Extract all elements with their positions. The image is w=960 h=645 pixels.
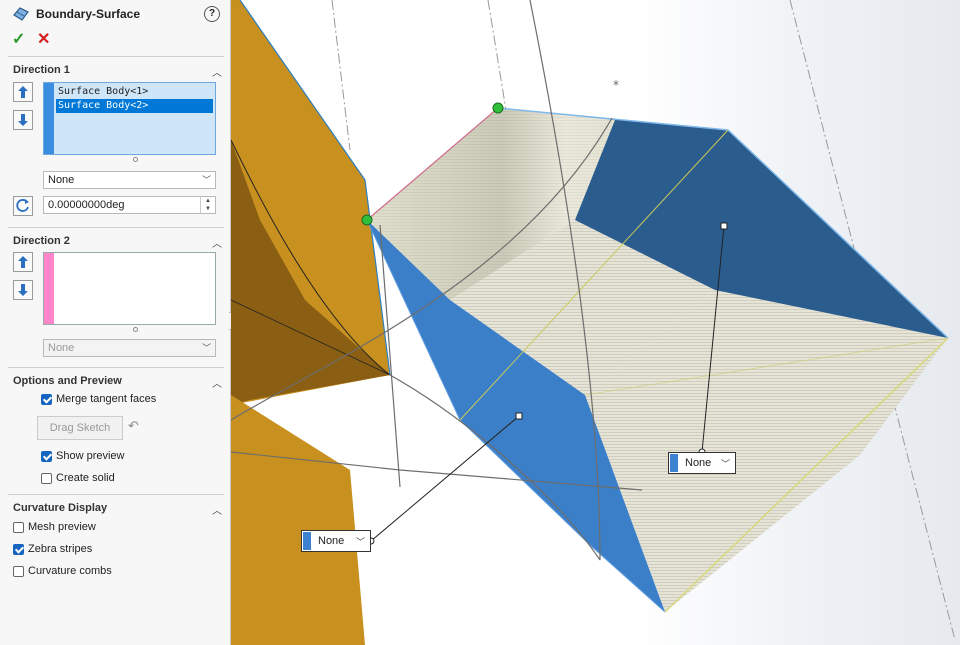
spinner-arrows[interactable]: ▲ ▼ [200, 197, 215, 213]
reverse-direction-icon[interactable] [13, 196, 33, 216]
dropdown-value: None [48, 174, 75, 186]
checkbox-label: Create solid [56, 472, 115, 484]
move-down-button[interactable] [13, 110, 33, 130]
move-down-button[interactable] [13, 280, 33, 300]
checkbox-box[interactable] [13, 544, 24, 555]
dropdown-value: None [48, 342, 75, 354]
drag-sketch-button[interactable]: Drag Sketch [37, 416, 123, 440]
connector-point[interactable] [492, 102, 504, 114]
graphics-area[interactable]: * None ﹀ None ﹀ [231, 0, 960, 645]
checkbox-box[interactable] [13, 522, 24, 533]
chevron-up-icon[interactable]: ︿ [212, 502, 222, 517]
connector-point[interactable] [361, 214, 373, 226]
cancel-button[interactable]: ✕ [37, 29, 50, 49]
chevron-down-icon[interactable]: ﹀ [721, 457, 730, 470]
callout-color [670, 454, 678, 472]
origin-marker: * [613, 78, 619, 92]
move-up-button[interactable] [13, 82, 33, 102]
tangency-callout-left[interactable]: None ﹀ [301, 530, 371, 552]
property-manager: Boundary-Surface ? ✓ ✕ Direction 1 ︿ Sur… [0, 0, 231, 645]
help-icon[interactable]: ? [204, 6, 220, 22]
direction2-header[interactable]: Direction 2 [13, 235, 70, 247]
boundary-surface-icon [12, 6, 30, 22]
divider [8, 494, 224, 495]
chevron-down-icon: ﹀ [201, 343, 211, 353]
checkbox-box[interactable] [41, 394, 52, 405]
options-header[interactable]: Options and Preview [13, 375, 122, 387]
direction1-tangency-dropdown[interactable]: None ﹀ [43, 171, 216, 189]
tangency-callout-right[interactable]: None ﹀ [668, 452, 736, 474]
direction1-header[interactable]: Direction 1 [13, 64, 70, 76]
callout-color [303, 532, 311, 550]
chevron-up-icon[interactable]: ︿ [212, 375, 222, 390]
chevron-up-icon[interactable]: ︿ [212, 64, 222, 79]
checkbox-box[interactable] [13, 566, 24, 577]
checkbox-box[interactable] [41, 451, 52, 462]
direction2-tangency-dropdown[interactable]: None ﹀ [43, 339, 216, 357]
checkbox-box[interactable] [41, 473, 52, 484]
resize-grip[interactable] [133, 157, 138, 162]
direction2-color-stripe [44, 253, 54, 324]
handle-point[interactable] [720, 222, 728, 230]
move-up-button[interactable] [13, 252, 33, 272]
resize-grip[interactable] [133, 327, 138, 332]
curvature-header[interactable]: Curvature Display [13, 502, 107, 514]
checkbox-label: Merge tangent faces [56, 393, 157, 405]
checkbox-label: Zebra stripes [28, 543, 93, 555]
gold-surface-lower[interactable] [231, 395, 365, 645]
chevron-down-icon: ﹀ [201, 175, 211, 185]
direction1-curves-list[interactable]: Surface Body<1> Surface Body<2> [43, 82, 216, 155]
undo-icon[interactable]: ↶ [128, 418, 139, 434]
direction1-color-stripe [44, 83, 54, 154]
list-item-selected[interactable]: Surface Body<2> [56, 99, 213, 113]
checkbox-label: Show preview [56, 450, 125, 462]
divider [8, 227, 224, 228]
chevron-up-icon[interactable]: ︿ [212, 235, 222, 250]
checkbox-label: Curvature combs [28, 565, 112, 577]
checkbox-label: Mesh preview [28, 521, 96, 533]
direction2-curves-list[interactable] [43, 252, 216, 325]
feature-title-row: Boundary-Surface ? [12, 6, 224, 24]
callout-label: None [685, 457, 712, 469]
divider [8, 367, 224, 368]
divider [8, 56, 224, 57]
chevron-down-icon[interactable]: ﹀ [356, 535, 365, 548]
ok-button[interactable]: ✓ [12, 29, 25, 49]
tangent-angle-input[interactable]: 0.00000000deg ▲ ▼ [43, 196, 216, 214]
list-item[interactable]: Surface Body<1> [56, 85, 213, 99]
callout-label: None [318, 535, 345, 547]
angle-value: 0.00000000deg [48, 199, 125, 211]
handle-point[interactable] [515, 412, 523, 420]
feature-title: Boundary-Surface [36, 7, 141, 21]
